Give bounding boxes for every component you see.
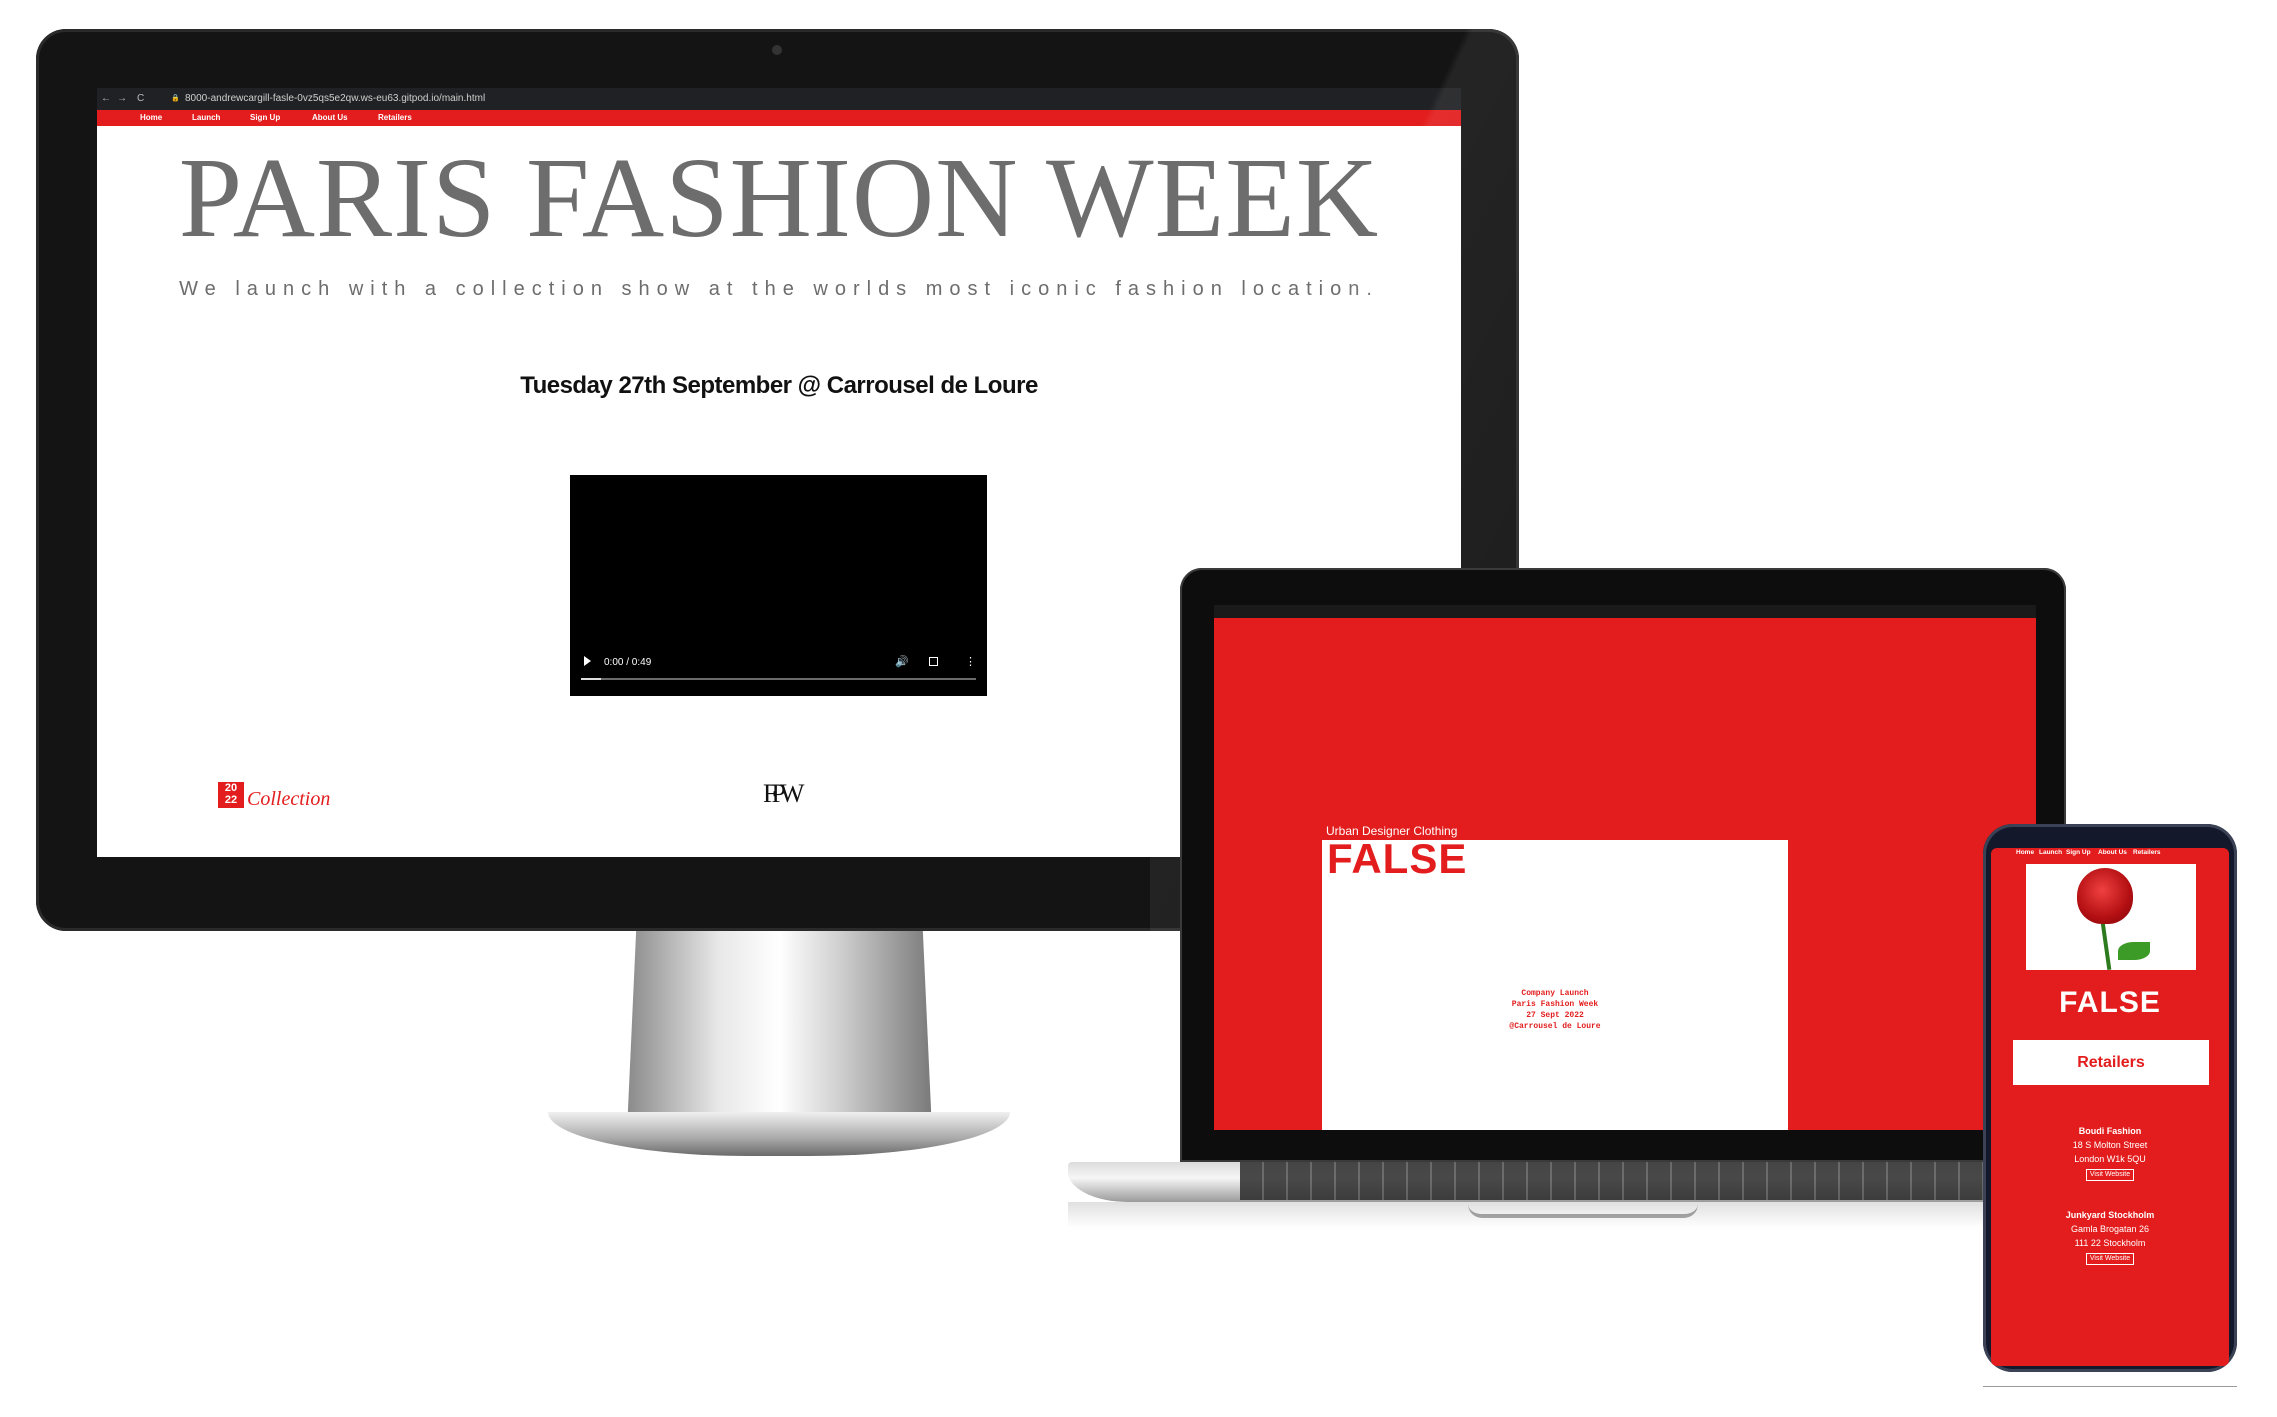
video-player[interactable]: 0:00 / 0:49 🔊 ⋮ [570,475,987,696]
nav-retailers[interactable]: Retailers [378,110,412,126]
laptop-shadow [1068,1202,2078,1228]
rose-image [2026,864,2196,971]
logo-year-bottom: 22 [224,794,238,806]
nav-home[interactable]: Home [140,110,162,126]
visit-website-link[interactable]: Visit Website [2085,1169,2135,1181]
rose-stem [2100,921,2112,971]
rose-bloom [2077,868,2133,924]
visit-website-link[interactable]: Visit Website [2085,1253,2135,1265]
reload-icon[interactable]: C [137,88,144,110]
logo-collection-text: Collection [247,788,331,810]
retailer-address-line: London W1k 5QU [2074,1154,2146,1164]
back-icon[interactable]: ← [101,88,111,110]
nav-retailers[interactable]: Retailers [2133,848,2160,858]
retailer-entry: Boudi Fashion 18 S Molton Street London … [1991,1124,2229,1181]
nav-about-us[interactable]: About Us [2098,848,2127,858]
laptop-browser-strip [1214,605,2036,618]
more-menu-icon[interactable]: ⋮ [965,655,976,668]
nav-sign-up[interactable]: Sign Up [250,110,280,126]
launch-details: Company Launch Paris Fashion Week 27 Sep… [1322,988,1788,1032]
address-bar[interactable]: 8000-andrewcargill-fasle-0vz5qs5e2qw.ws-… [185,88,485,110]
retailer-address-line: 18 S Molton Street [2072,1140,2148,1150]
video-progress-bar[interactable] [581,678,976,680]
brand-logo: FALSE [1327,835,1468,882]
logo-fpw: FPW [763,779,805,808]
phone-navbar: Home Launch Sign Up About Us Retailers [1991,848,2229,858]
logo-2022: 20 22 [218,782,244,808]
phone-screen: Home Launch Sign Up About Us Retailers F… [1991,848,2229,1366]
hero-title: PARIS FASHION WEEK [178,134,1380,261]
webcam-dot [772,45,782,55]
phone-reflection-line [1983,1386,2237,1387]
browser-toolbar: ← → C 🔒 8000-andrewcargill-fasle-0vz5qs5… [97,88,1461,110]
nav-launch[interactable]: Launch [192,110,220,126]
nav-home[interactable]: Home [2016,848,2034,858]
volume-icon[interactable]: 🔊 [895,655,909,668]
nav-sign-up[interactable]: Sign Up [2066,848,2091,858]
detail-line: 27 Sept 2022 [1526,1011,1584,1020]
detail-line: Paris Fashion Week [1511,1000,1599,1009]
detail-line: Company Launch [1521,989,1589,998]
site-navbar: Home Launch Sign Up About Us Retailers [97,110,1461,126]
retailer-entry: Junkyard Stockholm Gamla Brogatan 26 111… [1991,1208,2229,1265]
logo-year-top: 20 [224,782,238,794]
fullscreen-icon[interactable] [929,657,938,666]
nav-launch[interactable]: Launch [2039,848,2062,858]
hero-subtitle: We launch with a collection show at the … [179,278,1379,300]
rose-leaf [2118,942,2150,960]
monitor-stand [627,931,932,1131]
play-icon[interactable] [584,656,591,666]
lock-icon: 🔒 [171,95,180,102]
laptop-screen: Urban Designer Clothing FALSE Company La… [1214,618,2036,1130]
retailer-address-line: Gamla Brogatan 26 [2070,1224,2150,1234]
video-progress-fill [581,678,601,680]
video-time: 0:00 / 0:49 [604,657,652,668]
retailer-address-line: 111 22 Stockholm [2074,1238,2146,1248]
retailer-name: Junkyard Stockholm [2065,1210,2155,1220]
retailer-name: Boudi Fashion [2078,1126,2142,1136]
monitor-stand-base [548,1112,1010,1156]
detail-line: @Carrousel de Loure [1509,1022,1601,1031]
forward-icon[interactable]: → [117,88,127,110]
brand-logo: FALSE [2059,986,2161,1019]
nav-about-us[interactable]: About Us [312,110,348,126]
event-date-location: Tuesday 27th September @ Carrousel de Lo… [520,372,1038,399]
retailers-heading: Retailers [2013,1040,2209,1085]
